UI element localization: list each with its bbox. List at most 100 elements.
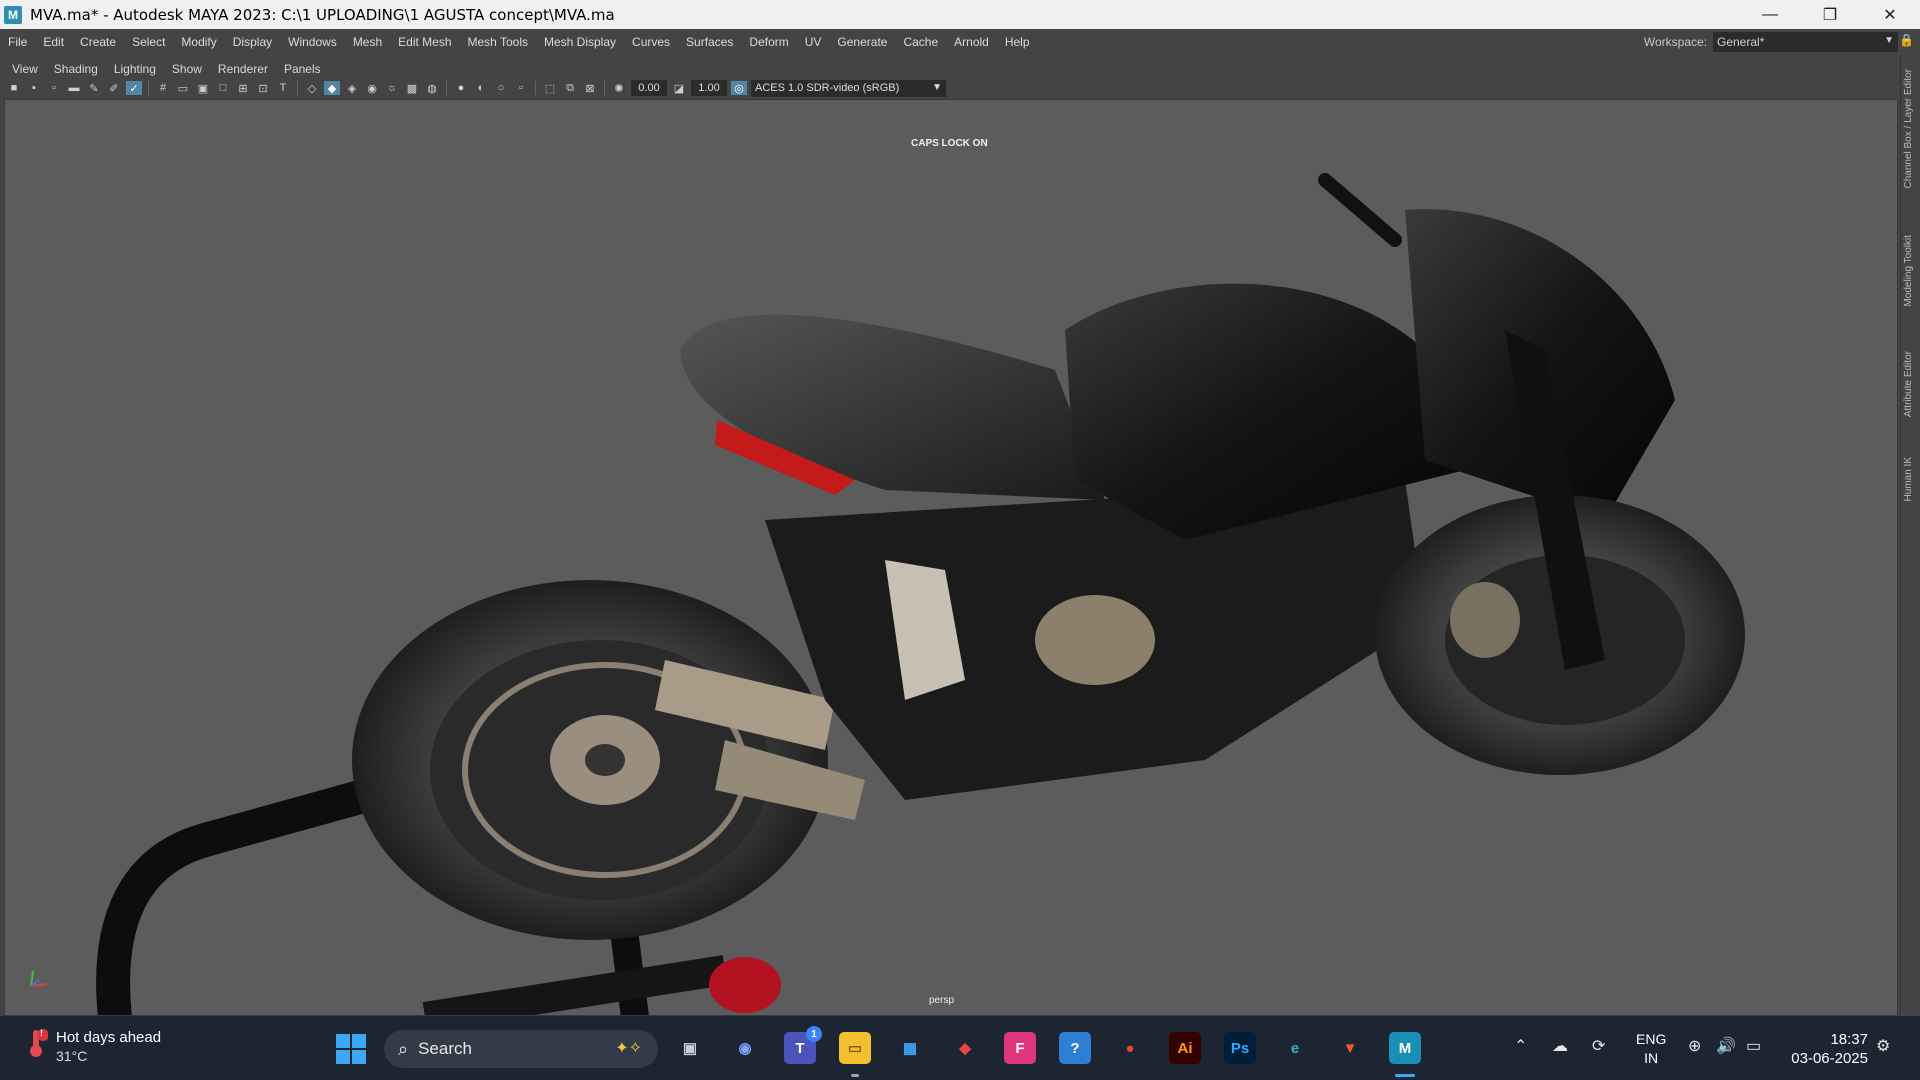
copilot-icon[interactable]: ◉ [729, 1032, 761, 1064]
menu-arnold[interactable]: Arnold [946, 35, 997, 49]
camera-attributes-icon[interactable]: ▪ [26, 81, 42, 95]
xray-active-components-icon[interactable]: ⊠ [582, 81, 598, 95]
menu-modify[interactable]: Modify [173, 35, 224, 49]
gamma-icon[interactable]: ◪ [671, 81, 687, 95]
shadows-icon[interactable]: ▩ [404, 81, 420, 95]
panel-menu-renderer[interactable]: Renderer [210, 62, 276, 76]
multisample-aa-icon[interactable]: ◐ [473, 81, 489, 95]
safe-title-icon[interactable]: T [275, 81, 291, 95]
film-gate-icon[interactable]: ▭ [175, 81, 191, 95]
menu-uv[interactable]: UV [797, 35, 830, 49]
onedrive-cloud-icon[interactable]: ☁ [1552, 1036, 1568, 1056]
maya-icon[interactable]: M [1389, 1032, 1421, 1064]
menu-curves[interactable]: Curves [624, 35, 678, 49]
textured-icon[interactable]: ◉ [364, 81, 380, 95]
wireframe-icon[interactable]: ◇ [304, 81, 320, 95]
menu-mesh-tools[interactable]: Mesh Tools [460, 35, 536, 49]
xray-joints-icon[interactable]: ⧉ [562, 81, 578, 95]
panel-menu-show[interactable]: Show [164, 62, 210, 76]
language-indicator[interactable]: ENG IN [1636, 1030, 1666, 1068]
panel-menu-panels[interactable]: Panels [276, 62, 329, 76]
field-chart-icon[interactable]: ⊞ [235, 81, 251, 95]
menu-display[interactable]: Display [225, 35, 280, 49]
panel-menu-lighting[interactable]: Lighting [106, 62, 164, 76]
tab-human-ik[interactable]: Human IK [1903, 457, 1914, 501]
bookmarks-icon[interactable]: ▫ [46, 81, 62, 95]
restore-button[interactable]: ❐ [1800, 0, 1860, 29]
menu-edit-mesh[interactable]: Edit Mesh [390, 35, 459, 49]
minimize-button[interactable]: — [1740, 0, 1800, 29]
resolution-gate-icon[interactable]: ▣ [195, 81, 211, 95]
menu-surfaces[interactable]: Surfaces [678, 35, 741, 49]
menu-help[interactable]: Help [997, 35, 1038, 49]
menu-cache[interactable]: Cache [895, 35, 946, 49]
select-camera-icon[interactable]: ■ [6, 81, 22, 95]
taskbar-search-box[interactable]: ⌕ Search ✦✧ [384, 1030, 658, 1068]
smooth-shade-icon[interactable]: ◆ [324, 81, 340, 95]
microsoft-store-icon[interactable]: ▦ [894, 1032, 926, 1064]
exposure-field[interactable]: 0.00 [631, 80, 667, 96]
tab-modeling-toolkit[interactable]: Modeling Toolkit [1903, 235, 1914, 307]
chrome-icon[interactable]: ● [1114, 1032, 1146, 1064]
tab-attribute-editor[interactable]: Attribute Editor [1903, 351, 1914, 417]
close-button[interactable]: ✕ [1860, 0, 1920, 29]
network-globe-icon[interactable]: ⊕ [1688, 1036, 1701, 1056]
menu-create[interactable]: Create [72, 35, 124, 49]
get-help-icon[interactable]: ? [1059, 1032, 1091, 1064]
forza-icon[interactable]: F [1004, 1032, 1036, 1064]
view-transform-dropdown[interactable]: ACES 1.0 SDR-video (sRGB) ▼ [751, 79, 946, 97]
teams-notification-badge: 1 [806, 1026, 822, 1042]
isolate-select-icon[interactable]: ▫ [513, 81, 529, 95]
wireframe-on-shaded-icon[interactable]: ◈ [344, 81, 360, 95]
menu-windows[interactable]: Windows [280, 35, 345, 49]
toolbar-separator [604, 81, 605, 95]
taskbar-clock[interactable]: 18:37 03-06-2025 [1786, 1030, 1868, 1068]
volume-icon[interactable]: 🔊 [1716, 1036, 1736, 1056]
perspective-viewport[interactable]: CAPS LOCK ON persp [4, 99, 1898, 1016]
windows-start-button[interactable] [336, 1034, 366, 1064]
illustrator-icon[interactable]: Ai [1169, 1032, 1201, 1064]
exposure-icon[interactable]: ✺ [611, 81, 627, 95]
sync-icon[interactable]: ⟳ [1592, 1036, 1605, 1056]
rear-axle [585, 744, 625, 776]
gamma-field[interactable]: 1.00 [691, 80, 727, 96]
notifications-icon[interactable]: ⚙ [1876, 1036, 1890, 1056]
menu-file[interactable]: File [0, 35, 35, 49]
xray-icon[interactable]: ⬚ [542, 81, 558, 95]
color-management-icon[interactable]: ◎ [731, 81, 747, 95]
pencil-active-icon[interactable]: ✓ [126, 81, 142, 95]
screen-space-ao-icon[interactable]: ◍ [424, 81, 440, 95]
windows-taskbar: ! Hot days ahead 31°C ⌕ Search ✦✧ ▣ ◉ T 1 ▭ ▦… [0, 1016, 1920, 1080]
panel-menu-shading[interactable]: Shading [46, 62, 106, 76]
grease-pencil-icon[interactable]: ✐ [106, 81, 122, 95]
anydesk-icon[interactable]: ◆ [949, 1032, 981, 1064]
file-explorer-icon[interactable]: ▭ [839, 1032, 871, 1064]
workspace-dropdown[interactable]: General* ▼ [1713, 32, 1898, 52]
panel-menu-view[interactable]: View [4, 62, 46, 76]
edge-icon[interactable]: e [1279, 1032, 1311, 1064]
grid-icon[interactable]: # [155, 81, 171, 95]
lock-icon[interactable]: 🔒 [1899, 33, 1914, 47]
teams-icon[interactable]: T1 [784, 1026, 822, 1064]
brave-icon[interactable]: ▼ [1334, 1032, 1366, 1064]
photoshop-icon[interactable]: Ps [1224, 1032, 1256, 1064]
battery-icon[interactable]: ▭ [1746, 1036, 1761, 1056]
view-transform-value: ACES 1.0 SDR-video (sRGB) [755, 82, 900, 94]
weather-widget[interactable]: ! Hot days ahead 31°C [26, 1028, 161, 1066]
image-plane-icon[interactable]: ▬ [66, 81, 82, 95]
menu-select[interactable]: Select [124, 35, 173, 49]
gate-mask-icon[interactable]: □ [215, 81, 231, 95]
depth-of-field-icon[interactable]: ○ [493, 81, 509, 95]
safe-action-icon[interactable]: ⊡ [255, 81, 271, 95]
menu-generate[interactable]: Generate [829, 35, 895, 49]
show-hidden-icons-chevron-icon[interactable]: ⌃ [1514, 1036, 1527, 1056]
two-d-pan-icon[interactable]: ✎ [86, 81, 102, 95]
task-view-icon[interactable]: ▣ [674, 1032, 706, 1064]
menu-mesh-display[interactable]: Mesh Display [536, 35, 624, 49]
motion-blur-icon[interactable]: ● [453, 81, 469, 95]
menu-edit[interactable]: Edit [35, 35, 72, 49]
use-all-lights-icon[interactable]: ☼ [384, 81, 400, 95]
tab-channel-box[interactable]: Channel Box / Layer Editor [1903, 69, 1914, 189]
menu-deform[interactable]: Deform [741, 35, 796, 49]
menu-mesh[interactable]: Mesh [345, 35, 390, 49]
